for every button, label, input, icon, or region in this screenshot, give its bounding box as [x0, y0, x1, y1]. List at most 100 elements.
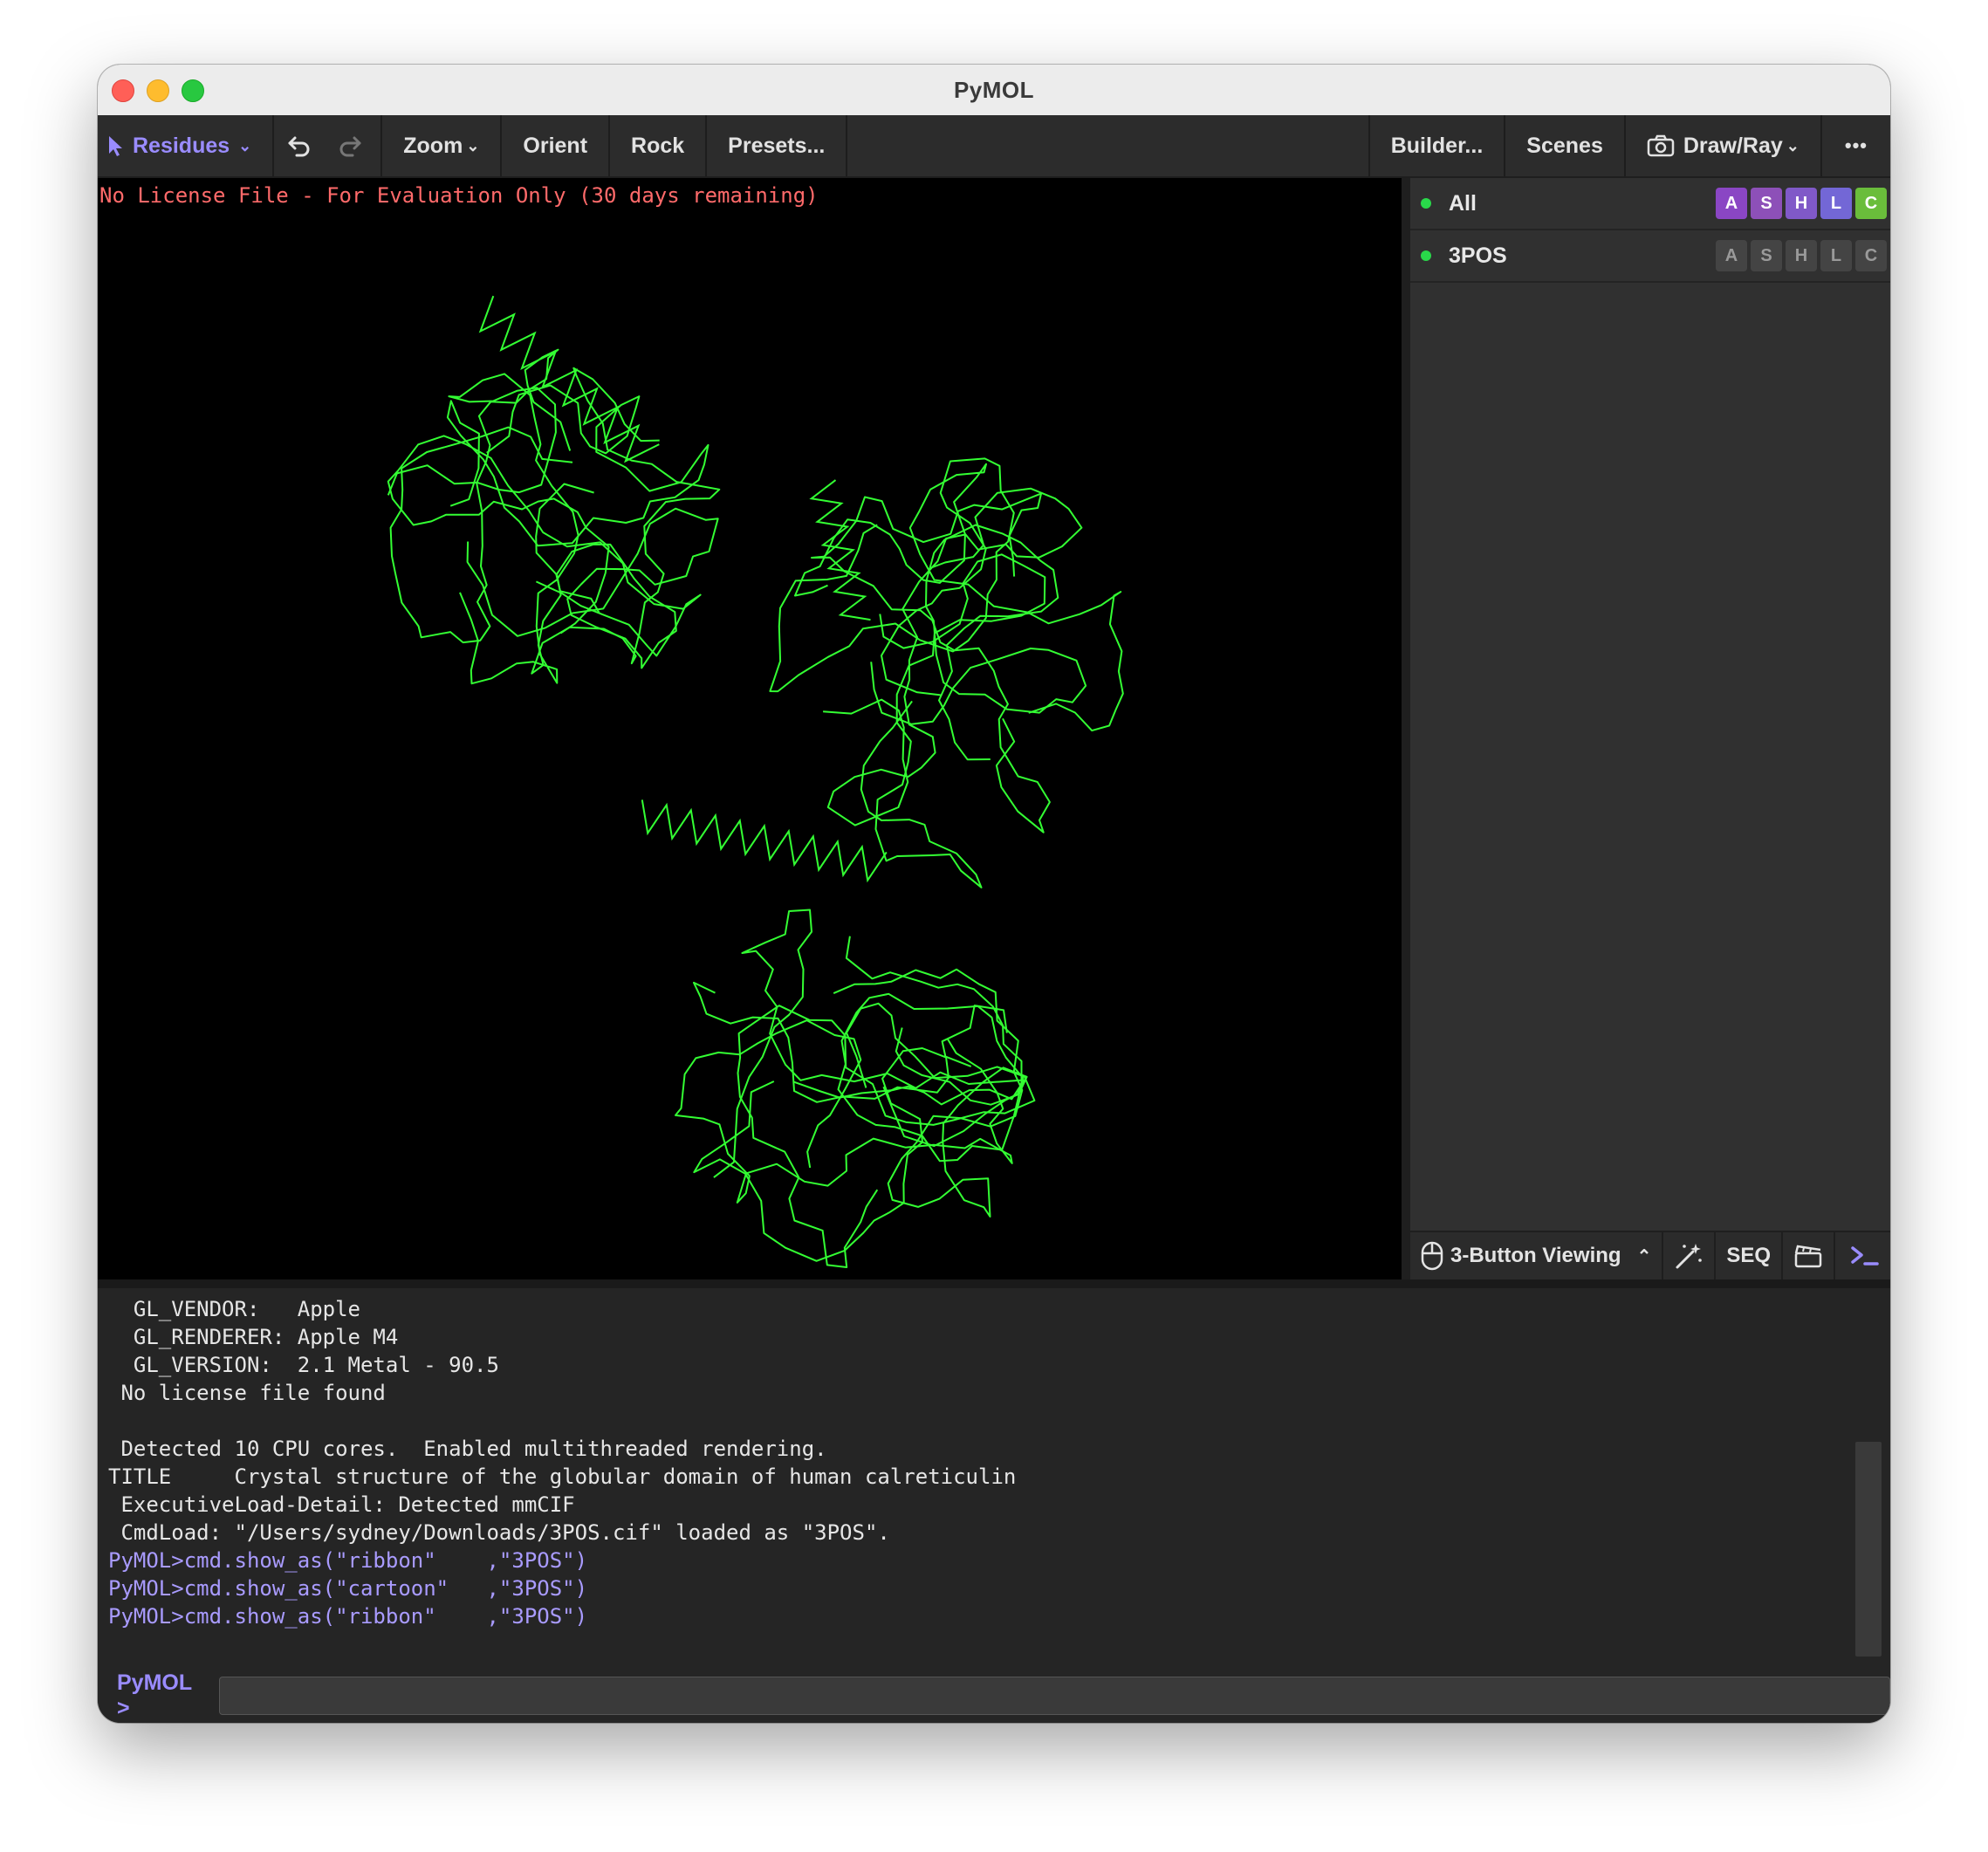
action-button[interactable]: A	[1716, 188, 1747, 219]
title-bar: PyMOL	[98, 65, 1890, 116]
console-scrollbar[interactable]	[1855, 1442, 1882, 1657]
console-output-line: ExecutiveLoad-Detail: Detected mmCIF	[108, 1492, 575, 1517]
console-panel: GL_VENDOR: Apple GL_RENDERER: Apple M4 G…	[98, 1288, 1890, 1723]
ribbon-domain-2	[769, 457, 1015, 696]
ribbon-domain-3	[737, 1002, 1036, 1268]
object-action-buttons: A S H L C	[1716, 240, 1887, 271]
draw-ray-button[interactable]: Draw/Ray ⌄	[1626, 115, 1822, 176]
camera-icon	[1647, 134, 1675, 157]
console-log: GL_VENDOR: Apple GL_RENDERER: Apple M4 G…	[98, 1295, 1016, 1630]
more-button[interactable]: •••	[1822, 115, 1890, 176]
chevron-down-icon: ⌄	[238, 136, 252, 154]
hide-button[interactable]: H	[1786, 188, 1817, 219]
orient-button[interactable]: Orient	[502, 115, 611, 176]
zoom-button[interactable]: Zoom ⌄	[382, 115, 503, 176]
ribbon-domain-1	[531, 367, 721, 675]
console-command-line: PyMOL>cmd.show_as("ribbon" ,"3POS")	[108, 1548, 588, 1573]
main-toolbar: Residues ⌄ Zoom ⌄ Orient Rock Presets...	[98, 115, 1890, 178]
ribbon-domain-3	[713, 909, 1025, 1178]
color-button[interactable]: C	[1855, 188, 1887, 219]
redo-button[interactable]	[325, 115, 383, 176]
object-enabled-dot[interactable]	[1421, 250, 1431, 261]
chevron-up-icon: ⌃	[1636, 1246, 1652, 1266]
rock-button[interactable]: Rock	[610, 115, 708, 176]
console-output-line: GL_VENDOR: Apple	[108, 1297, 360, 1321]
window-controls	[112, 79, 204, 102]
maximize-button[interactable]	[182, 79, 204, 102]
rock-label: Rock	[631, 133, 685, 158]
seq-label: SEQ	[1726, 1244, 1772, 1267]
console-output-line: TITLE Crystal structure of the globular …	[108, 1464, 1017, 1489]
command-input[interactable]	[218, 1677, 1890, 1715]
hide-button[interactable]: H	[1786, 240, 1817, 271]
panel-bottom-bar: 3-Button Viewing ⌃ SEQ	[1410, 1231, 1890, 1279]
object-name: All	[1449, 190, 1477, 216]
panel-divider[interactable]	[1402, 178, 1410, 1279]
console-command-line: PyMOL>cmd.show_as("cartoon" ,"3POS")	[108, 1576, 588, 1601]
3d-viewport[interactable]: No License File - For Evaluation Only (3…	[98, 178, 1402, 1279]
helix-segment	[641, 799, 888, 883]
command-line: PyMOL >	[98, 1670, 1890, 1720]
object-action-buttons: A S H L C	[1716, 188, 1887, 219]
object-panel: All A S H L C 3POS A S H L C 3-Button Vi…	[1410, 178, 1890, 1279]
prompt-label: PyMOL >	[117, 1670, 192, 1720]
label-button[interactable]: L	[1820, 240, 1852, 271]
cursor-icon	[109, 136, 122, 156]
helix-segment	[478, 295, 660, 463]
minimize-button[interactable]	[147, 79, 169, 102]
pymol-window: PyMOL Residues ⌄ Zoom ⌄ Orient Rock Pres…	[98, 65, 1890, 1723]
show-button[interactable]: S	[1751, 240, 1782, 271]
terminal-button[interactable]	[1835, 1232, 1890, 1279]
builder-button[interactable]: Builder...	[1370, 115, 1506, 176]
console-output-line: GL_RENDERER: Apple M4	[108, 1325, 399, 1349]
selection-mode-label: Residues	[133, 133, 230, 158]
console-divider[interactable]	[98, 1279, 1890, 1288]
action-button[interactable]: A	[1716, 240, 1747, 271]
selection-mode-dropdown[interactable]: Residues ⌄	[98, 115, 275, 176]
mouse-icon	[1421, 1241, 1443, 1271]
more-icon: •••	[1844, 134, 1868, 156]
zoom-label: Zoom	[403, 133, 463, 158]
console-output-line: GL_VERSION: 2.1 Metal - 90.5	[108, 1353, 499, 1377]
movie-icon	[1794, 1245, 1822, 1268]
window-title: PyMOL	[953, 76, 1035, 103]
ribbon-domain-3	[837, 936, 1025, 1163]
magic-wand-button[interactable]	[1663, 1232, 1717, 1279]
builder-label: Builder...	[1390, 133, 1484, 158]
sequence-button[interactable]: SEQ	[1716, 1232, 1784, 1279]
redo-icon	[339, 136, 361, 157]
presets-button[interactable]: Presets...	[707, 115, 848, 176]
object-row-all[interactable]: All A S H L C	[1410, 178, 1890, 230]
console-output-line: No license file found	[108, 1381, 386, 1405]
terminal-icon	[1851, 1246, 1879, 1266]
object-row-3pos[interactable]: 3POS A S H L C	[1410, 230, 1890, 283]
undo-icon	[288, 136, 310, 157]
protein-ribbon-render	[387, 295, 1124, 1268]
helix-segment	[809, 479, 871, 621]
object-enabled-dot[interactable]	[1421, 198, 1431, 209]
draw-ray-label: Draw/Ray	[1683, 133, 1783, 158]
magic-wand-icon	[1676, 1244, 1703, 1269]
undo-button[interactable]	[274, 115, 325, 176]
close-button[interactable]	[112, 79, 134, 102]
toolbar-spacer	[847, 115, 1370, 176]
mouse-mode-label: 3-Button Viewing	[1450, 1244, 1621, 1267]
chevron-down-icon: ⌄	[466, 136, 480, 154]
license-notice: No License File - For Evaluation Only (3…	[99, 183, 819, 208]
console-command-line: PyMOL>cmd.show_as("ribbon" ,"3POS")	[108, 1604, 588, 1629]
label-button[interactable]: L	[1820, 188, 1852, 219]
ribbon-domain-1	[389, 348, 573, 644]
console-output-line: Detected 10 CPU cores. Enabled multithre…	[108, 1437, 827, 1461]
scenes-button[interactable]: Scenes	[1505, 115, 1626, 176]
ribbon-domain-3	[675, 1019, 1013, 1204]
chevron-down-icon: ⌄	[1786, 136, 1799, 154]
ribbon-domain-2	[794, 463, 1124, 732]
show-button[interactable]: S	[1751, 188, 1782, 219]
color-button[interactable]: C	[1855, 240, 1887, 271]
orient-label: Orient	[523, 133, 588, 158]
movie-button[interactable]	[1783, 1232, 1836, 1279]
scenes-label: Scenes	[1526, 133, 1603, 158]
object-name: 3POS	[1449, 243, 1507, 268]
mouse-mode-button[interactable]: 3-Button Viewing ⌃	[1410, 1232, 1664, 1279]
